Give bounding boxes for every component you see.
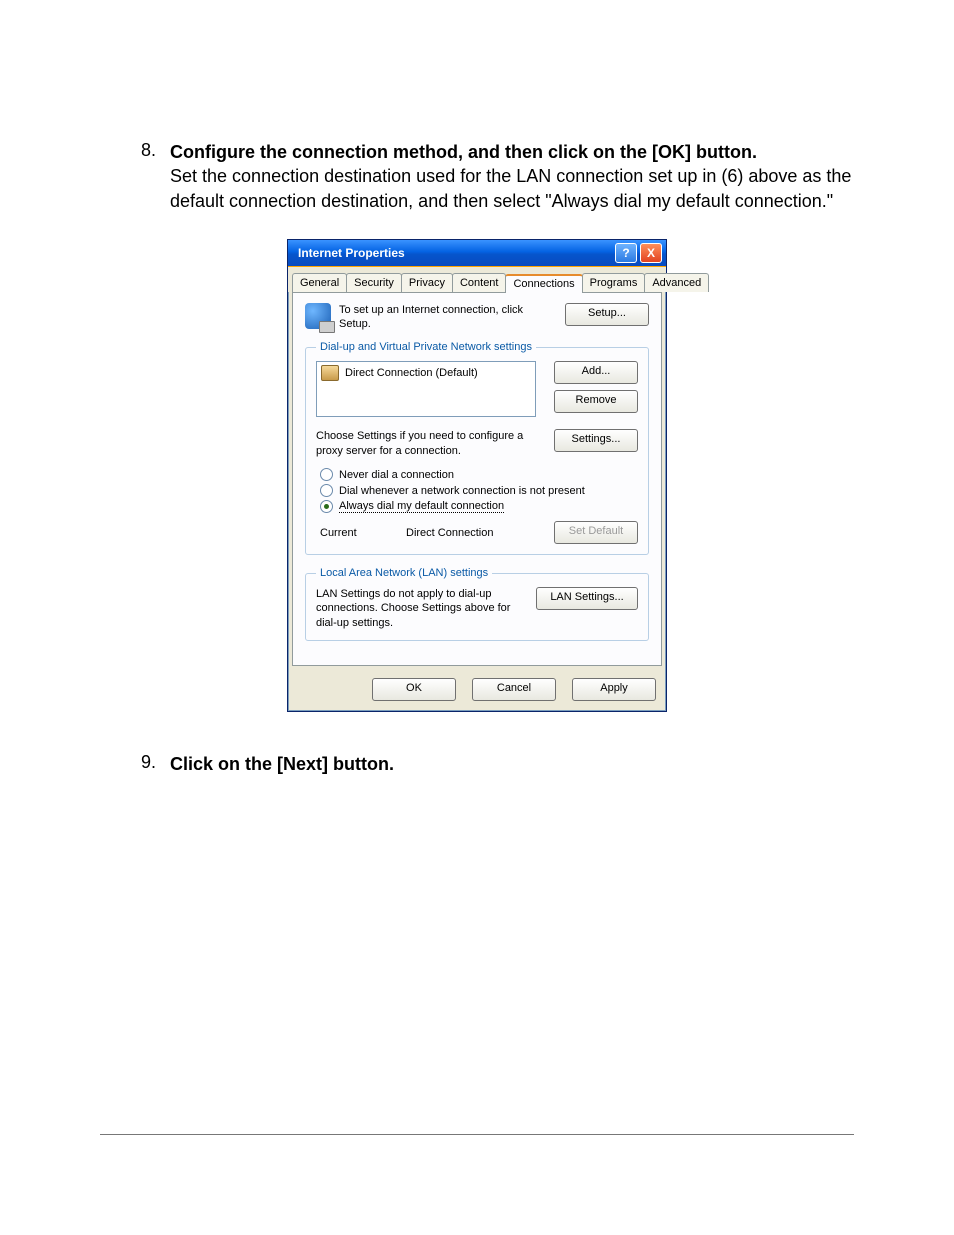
- set-default-button[interactable]: Set Default: [554, 521, 638, 544]
- settings-button[interactable]: Settings...: [554, 429, 638, 452]
- titlebar: Internet Properties ? X: [288, 240, 666, 267]
- help-icon: ?: [622, 246, 629, 260]
- list-item[interactable]: Direct Connection (Default): [321, 365, 531, 381]
- radio-always-dial[interactable]: Always dial my default connection: [320, 500, 638, 513]
- lan-text: LAN Settings do not apply to dial-up con…: [316, 587, 528, 630]
- ok-button[interactable]: OK: [372, 678, 456, 701]
- help-button[interactable]: ?: [615, 243, 637, 263]
- lan-group: Local Area Network (LAN) settings LAN Se…: [305, 567, 649, 641]
- step-9: 9. Click on the [Next] button.: [100, 752, 854, 776]
- tab-strip: General Security Privacy Content Connect…: [288, 267, 666, 292]
- radio-icon: [320, 484, 333, 497]
- tab-pane-connections: To set up an Internet connection, click …: [292, 292, 662, 666]
- close-button[interactable]: X: [640, 243, 662, 263]
- tab-programs[interactable]: Programs: [582, 273, 646, 292]
- current-label: Current: [320, 527, 406, 539]
- close-icon: X: [647, 246, 655, 260]
- step-body: Configure the connection method, and the…: [170, 140, 854, 213]
- step-body: Click on the [Next] button.: [170, 752, 854, 776]
- connection-icon: [321, 365, 339, 381]
- list-item-label: Direct Connection (Default): [345, 367, 478, 379]
- setup-text: To set up an Internet connection, click …: [339, 303, 557, 332]
- dialup-group: Dial-up and Virtual Private Network sett…: [305, 341, 649, 555]
- remove-button[interactable]: Remove: [554, 390, 638, 413]
- footer-rule: [100, 1134, 854, 1135]
- apply-button[interactable]: Apply: [572, 678, 656, 701]
- radio-label: Dial whenever a network connection is no…: [339, 485, 585, 497]
- step-title: Configure the connection method, and the…: [170, 142, 757, 162]
- step-description: Set the connection destination used for …: [170, 166, 851, 210]
- add-button[interactable]: Add...: [554, 361, 638, 384]
- step-number: 8.: [100, 140, 170, 213]
- tab-connections[interactable]: Connections: [505, 274, 582, 293]
- tab-advanced[interactable]: Advanced: [644, 273, 709, 292]
- cancel-button[interactable]: Cancel: [472, 678, 556, 701]
- lan-settings-button[interactable]: LAN Settings...: [536, 587, 638, 610]
- step-title: Click on the [Next] button.: [170, 754, 394, 774]
- radio-icon: [320, 500, 333, 513]
- tab-privacy[interactable]: Privacy: [401, 273, 453, 292]
- connection-listbox[interactable]: Direct Connection (Default): [316, 361, 536, 417]
- dialup-legend: Dial-up and Virtual Private Network sett…: [316, 341, 536, 353]
- dialog-actions: OK Cancel Apply: [288, 670, 666, 711]
- radio-label: Never dial a connection: [339, 469, 454, 481]
- current-value: Direct Connection: [406, 527, 546, 539]
- radio-never-dial[interactable]: Never dial a connection: [320, 468, 638, 481]
- radio-label: Always dial my default connection: [339, 500, 504, 513]
- setup-button[interactable]: Setup...: [565, 303, 649, 326]
- step-number: 9.: [100, 752, 170, 776]
- radio-icon: [320, 468, 333, 481]
- step-8: 8. Configure the connection method, and …: [100, 140, 854, 213]
- lan-legend: Local Area Network (LAN) settings: [316, 567, 492, 579]
- radio-dial-whenever[interactable]: Dial whenever a network connection is no…: [320, 484, 638, 497]
- tab-general[interactable]: General: [292, 273, 347, 292]
- tab-content[interactable]: Content: [452, 273, 507, 292]
- window-title: Internet Properties: [292, 246, 612, 260]
- globe-icon: [305, 303, 331, 329]
- tab-security[interactable]: Security: [346, 273, 402, 292]
- internet-properties-dialog: Internet Properties ? X General Security…: [287, 239, 667, 712]
- settings-text: Choose Settings if you need to configure…: [316, 429, 546, 458]
